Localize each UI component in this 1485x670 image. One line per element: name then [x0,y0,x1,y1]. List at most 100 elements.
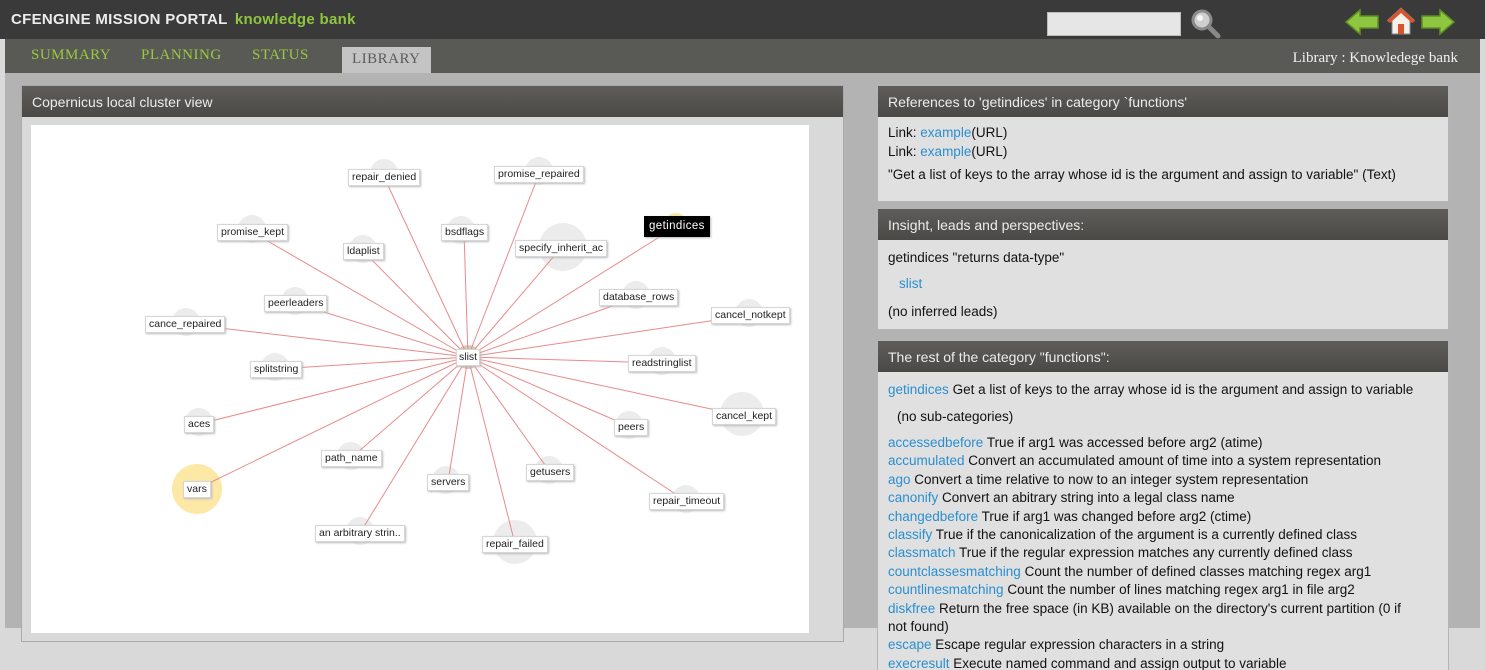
graph-node-peers[interactable]: peers [614,419,649,436]
function-link-accumulated[interactable]: accumulated [888,453,965,468]
graph-node-promise-kept[interactable]: promise_kept [217,224,289,241]
reference-quote: "Get a list of keys to the array whose i… [888,167,1396,182]
function-description: True if arg1 was changed before arg2 (ct… [978,508,1252,524]
graph-node-specify-inherit-ac[interactable]: specify_inherit_ac [515,240,608,257]
graph-node-center-slist[interactable]: slist [456,349,481,366]
function-description: Execute named command and assign output … [949,655,1287,670]
breadcrumb: Library : Knowledege bank [1292,50,1458,66]
graph-node-repair-denied[interactable]: repair_denied [348,169,421,186]
graph-node-an-arbitrary-strin[interactable]: an arbitrary strin.. [315,525,405,542]
insight-panel: Insight, leads and perspectives: getindi… [877,208,1449,330]
function-description: Count the number of defined classes matc… [1020,563,1372,579]
function-row: diskfree Return the free space (in KB) a… [888,600,1438,637]
brand-subtitle: knowledge bank [234,11,356,28]
function-link-diskfree[interactable]: diskfree [888,601,935,616]
graph-node-repair-timeout[interactable]: repair_timeout [649,493,725,510]
graph-edge [350,356,469,459]
function-description-cont: not found) [888,619,949,635]
function-link-accessedbefore[interactable]: accessedbefore [888,435,983,450]
function-link-countlinesmatching[interactable]: countlinesmatching [888,582,1004,597]
graph-edges [172,157,764,564]
function-link-ago[interactable]: ago [888,472,911,487]
function-row: escape Escape regular expression charact… [888,636,1438,654]
graph-node-peerleaders[interactable]: peerleaders [264,295,328,312]
search-icon[interactable] [1188,7,1222,39]
function-list: accessedbefore True if arg1 was accessed… [888,434,1438,670]
graph-node-readstringlist[interactable]: readstringlist [628,355,696,372]
function-row: changedbefore True if arg1 was changed b… [888,508,1438,526]
graph-node-servers[interactable]: servers [427,474,470,491]
tab-status[interactable]: STATUS [252,47,309,64]
function-link-execresult[interactable]: execresult [888,656,950,670]
graph-edge [467,356,745,417]
references-panel: References to 'getindices' in category `… [877,85,1449,202]
graph-node-aces[interactable]: aces [184,416,215,433]
category-panel: The rest of the category "functions": ge… [877,340,1449,670]
category-title: The rest of the category "functions": [878,341,1448,372]
function-description: Convert an accumulated amount of time in… [964,453,1382,469]
back-arrow-icon[interactable] [1344,8,1380,36]
function-row: countclassesmatching Count the number of… [888,563,1438,581]
tab-planning[interactable]: PLANNING [141,47,222,64]
forward-arrow-icon[interactable] [1420,8,1456,36]
reference-link-row: Link: example(URL) [888,143,1438,162]
function-row: classify True if the canonicalization of… [888,526,1438,544]
tab-bar: SUMMARY PLANNING STATUS LIBRARY Library … [5,39,1480,73]
graph-node-promise-repaired[interactable]: promise_repaired [494,166,584,183]
function-row: accessedbefore True if arg1 was accessed… [888,434,1438,452]
graph-edge [275,356,469,370]
function-link-escape[interactable]: escape [888,637,932,652]
function-link-classify[interactable]: classify [888,527,932,542]
graph-edge [467,356,516,545]
cluster-view-title: Copernicus local cluster view [22,86,843,117]
insight-note: (no inferred leads) [888,304,998,319]
tab-library[interactable]: LIBRARY [342,47,431,73]
function-link-canonify[interactable]: canonify [888,490,938,505]
graph-edge [463,231,469,358]
insight-title: Insight, leads and perspectives: [878,209,1448,240]
function-row: execresult Execute named command and ass… [888,655,1438,670]
function-description: Count the number of lines matching regex… [1003,582,1355,598]
brand-logo: CFENGINE MISSION PORTAL knowledge bank [11,11,356,28]
graph-edge [184,323,469,358]
references-title: References to 'getindices' in category `… [878,86,1448,117]
link-prefix: Link: [888,125,917,140]
cluster-view-panel: Copernicus local cluster view repair_den… [21,85,844,642]
link-type: (URL) [971,143,1008,159]
function-link-changedbefore[interactable]: changedbefore [888,509,978,524]
graph-node-repair-failed[interactable]: repair_failed [482,536,548,553]
function-description: Escape regular expression characters in … [931,637,1225,653]
function-row: countlinesmatching Count the number of l… [888,581,1438,599]
graph-node-ldaplist[interactable]: ldaplist [343,243,384,260]
graph-node-cancel-kept[interactable]: cancel_kept [712,408,777,425]
example-link[interactable]: example [920,144,971,159]
search-input[interactable] [1047,12,1181,36]
graph-node-splitstring[interactable]: splitstring [250,361,303,378]
graph-node-bsdflags[interactable]: bsdflags [441,224,489,241]
graph-node-cancel-notkept[interactable]: cancel_notkept [711,307,790,324]
link-type: (URL) [971,125,1008,140]
graph-node-cance-repaired[interactable]: cance_repaired [145,316,226,333]
example-link[interactable]: example [920,125,971,140]
reference-link-row: Link: example(URL) [888,124,1438,143]
function-description: Convert a time relative to now to an int… [910,471,1309,487]
home-icon[interactable] [1386,6,1416,36]
graph-node-getusers[interactable]: getusers [526,464,575,481]
graph-edge [383,176,469,358]
graph-node-getindices[interactable]: getindices [644,216,710,237]
related-link-slist[interactable]: slist [899,275,1438,294]
current-function-row: getindices Get a list of keys to the arr… [888,381,1438,400]
function-link-countclassesmatching[interactable]: countclassesmatching [888,564,1021,579]
subcategories-note: (no sub-categories) [897,408,1014,424]
graph-node-vars[interactable]: vars [183,481,211,498]
graph-node-database-rows[interactable]: database_rows [599,289,679,306]
function-link-getindices[interactable]: getindices [888,382,949,397]
function-link-classmatch[interactable]: classmatch [888,545,956,560]
insight-relation: getindices "returns data-type" [888,250,1065,265]
link-prefix: Link: [888,143,917,159]
tab-summary[interactable]: SUMMARY [31,47,111,64]
function-description: True if the regular expression matches a… [955,545,1353,561]
function-row: canonify Convert an abitrary string into… [888,489,1438,507]
function-description: Convert an abitrary string into a legal … [938,490,1235,506]
graph-node-path-name[interactable]: path_name [321,450,382,467]
